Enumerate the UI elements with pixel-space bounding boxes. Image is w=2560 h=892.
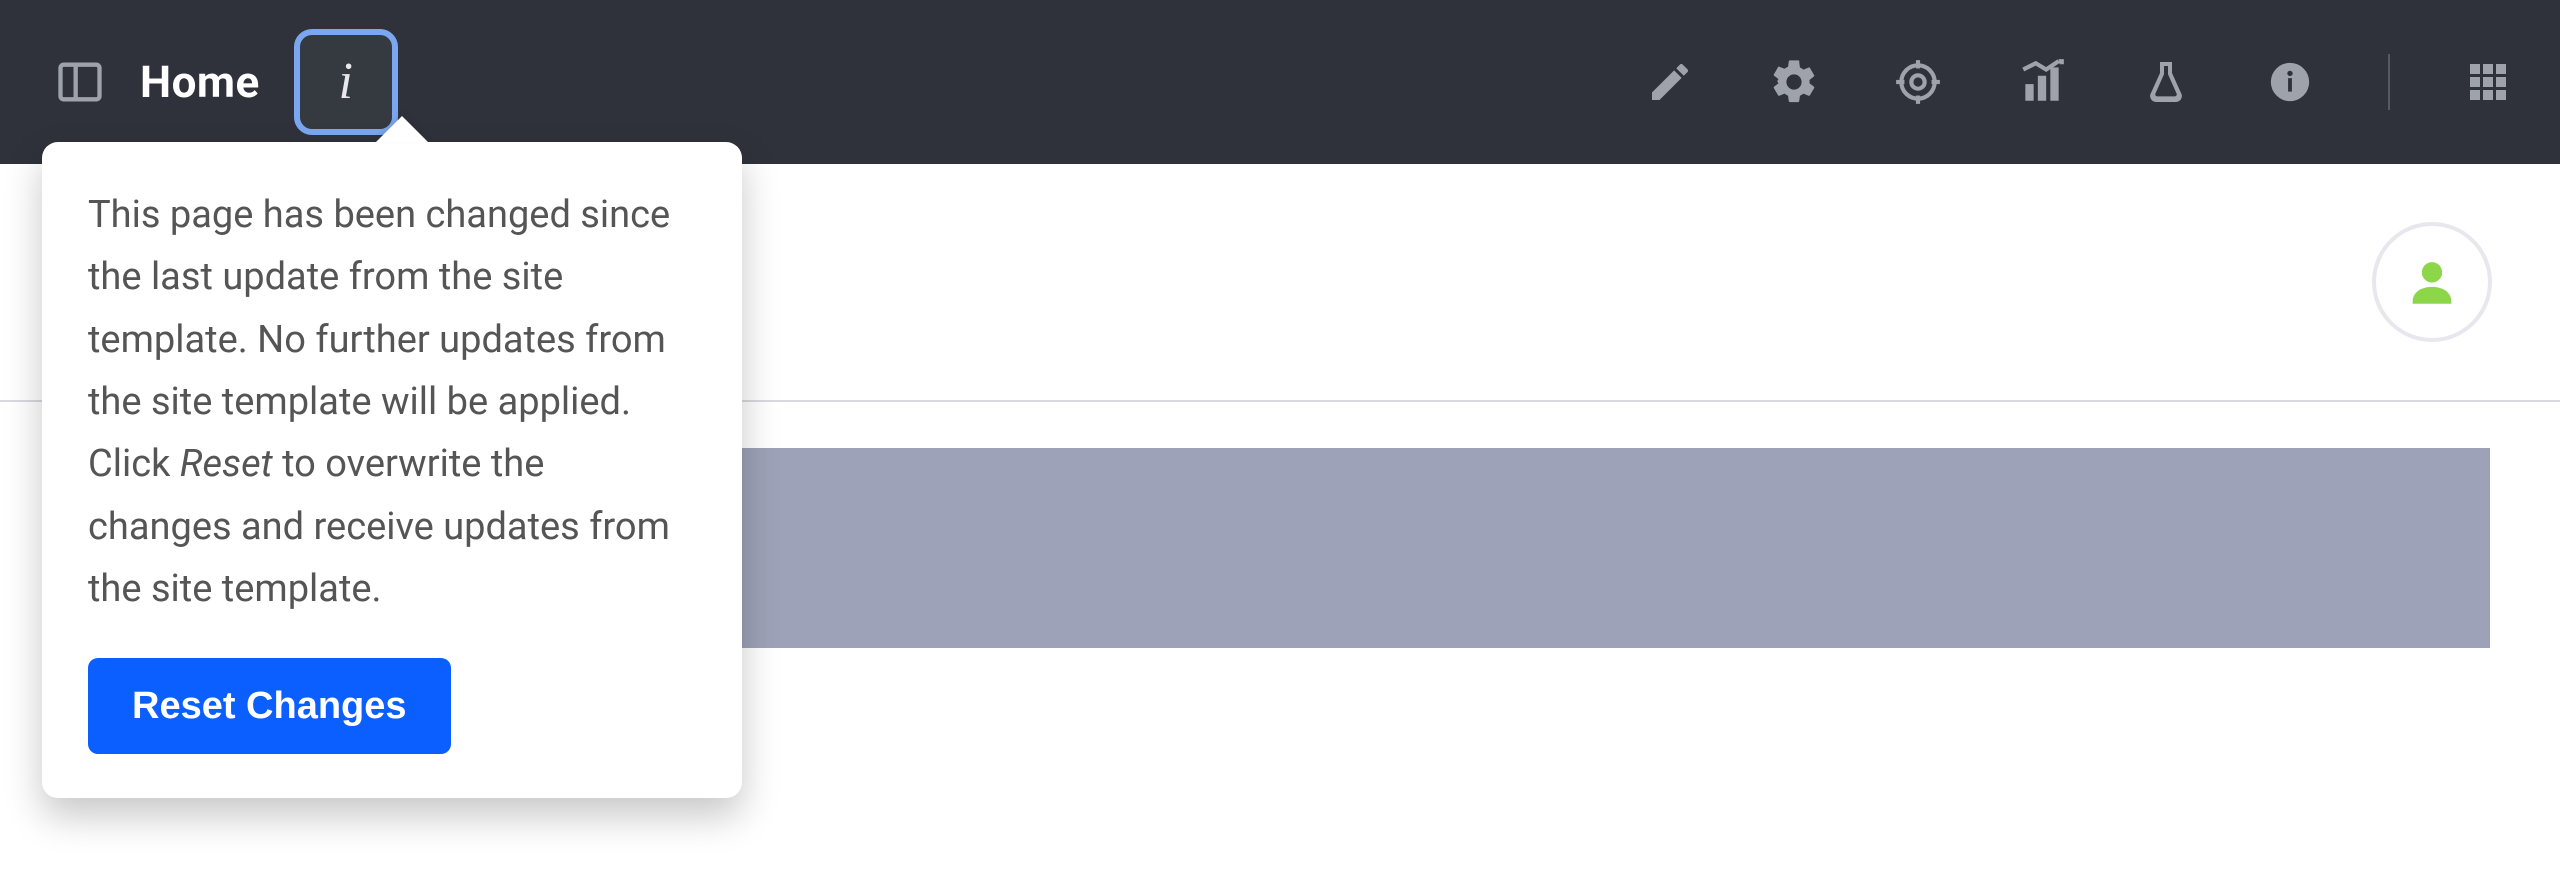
pencil-icon[interactable] <box>1644 56 1696 108</box>
info-popover: This page has been changed since the las… <box>42 142 742 798</box>
header-actions <box>1644 54 2514 110</box>
target-icon[interactable] <box>1892 56 1944 108</box>
beaker-icon[interactable] <box>2140 56 2192 108</box>
gear-icon[interactable] <box>1768 56 1820 108</box>
info-button-char: i <box>339 56 353 108</box>
sidebar-toggle-icon[interactable] <box>54 56 106 108</box>
user-icon <box>2403 253 2461 311</box>
chart-icon[interactable] <box>2016 56 2068 108</box>
apps-grid-icon[interactable] <box>2462 56 2514 108</box>
popover-text-em: Reset <box>180 442 273 486</box>
info-circle-icon[interactable] <box>2264 56 2316 108</box>
toolbar-divider <box>2388 54 2390 110</box>
header-left-group: Home i <box>54 29 398 135</box>
reset-changes-button[interactable]: Reset Changes <box>88 658 451 754</box>
breadcrumb-title[interactable]: Home <box>140 56 260 108</box>
user-avatar[interactable] <box>2372 222 2492 342</box>
